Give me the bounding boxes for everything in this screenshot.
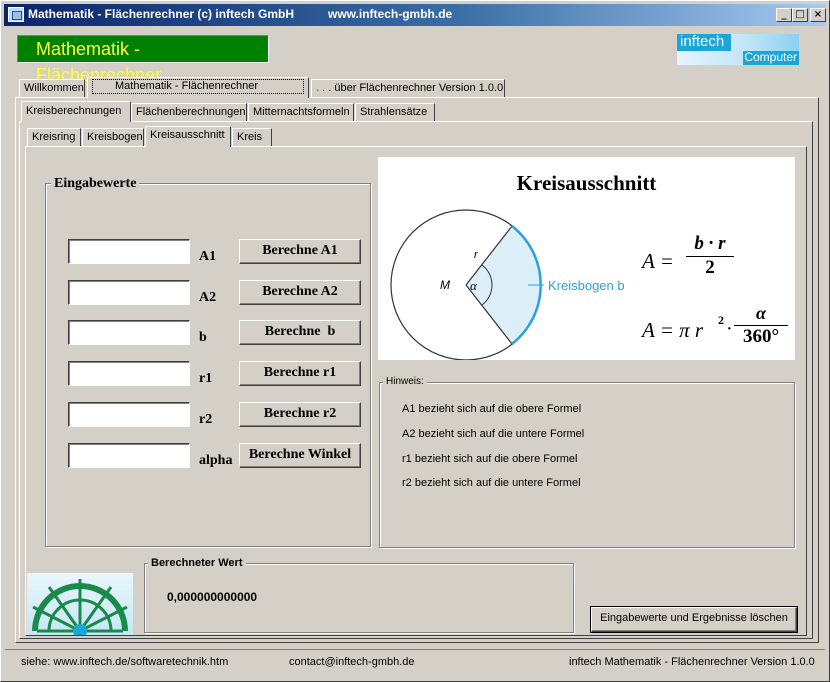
tab-ueber[interactable]: . . . über Flächenrechner Version 1.0.0 xyxy=(311,79,505,98)
hint-title: Hinweis: xyxy=(383,376,427,387)
app-window: Mathematik - Flächenrechner (c) inftech … xyxy=(0,0,830,682)
calc-a1-button[interactable]: Berechne A1 xyxy=(239,239,361,264)
hint-line: r2 bezieht sich auf die untere Formel xyxy=(402,477,581,489)
tab-label: Mitternachtsformeln xyxy=(253,106,350,118)
minimize-button[interactable]: _ xyxy=(776,8,792,22)
formula1-denominator: 2 xyxy=(705,257,715,278)
formula2-lhs: A = π r xyxy=(642,318,704,342)
r1-label: r1 xyxy=(199,371,213,386)
formula1-numerator: b · r xyxy=(686,233,734,257)
app-title: Mathematik - Flächenrechner xyxy=(17,35,269,85)
r1-input[interactable] xyxy=(68,361,190,386)
logo-text-inftech: inftech xyxy=(677,34,731,51)
tab-strahlensaetze[interactable]: Strahlensätze xyxy=(355,103,435,122)
formula2-denominator: 360° xyxy=(742,326,780,347)
hint-line: A1 bezieht sich auf die obere Formel xyxy=(402,403,582,415)
window-title: Mathematik - Flächenrechner (c) inftech … xyxy=(28,7,295,21)
alpha-label: alpha xyxy=(199,453,233,468)
tab-label: Kreisring xyxy=(32,131,76,143)
tab-kreis[interactable]: Kreis xyxy=(232,128,272,147)
status-divider xyxy=(5,649,825,650)
tab-label: Mathematik - Flächenrechner xyxy=(92,79,304,94)
clear-button[interactable]: Eingabewerte und Ergebnisse löschen xyxy=(591,607,797,632)
calc-r1-button[interactable]: Berechne r1 xyxy=(239,361,361,386)
tab-label: Kreisbogen xyxy=(87,131,143,143)
tab-mitternachtsformeln[interactable]: Mitternachtsformeln xyxy=(248,103,354,122)
r2-label: r2 xyxy=(199,412,213,427)
formula-figure: Kreisausschnitt M α r Kreisbogen b A = b… xyxy=(378,157,795,360)
tab-willkommen[interactable]: Willkommen xyxy=(19,79,85,98)
tab-label: Kreis xyxy=(237,131,263,143)
result-value: 0,000000000000 xyxy=(167,590,258,604)
inftech-logo: inftech Computer xyxy=(677,34,799,65)
status-version: inftech Mathematik - Flächenrechner Vers… xyxy=(569,656,815,668)
calc-angle-button[interactable]: Berechne Winkel xyxy=(239,443,361,468)
input-group-title: Eingabewerte xyxy=(51,176,140,192)
tab-flaechenrechner[interactable]: Mathematik - Flächenrechner xyxy=(87,77,309,98)
tab-label: Willkommen xyxy=(24,82,84,94)
a2-input[interactable] xyxy=(68,280,190,305)
formula2-exponent: 2 xyxy=(718,313,724,327)
tab-label: . . . über Flächenrechner Version 1.0.0 xyxy=(316,82,504,94)
hint-line: r1 bezieht sich auf die obere Formel xyxy=(402,453,578,465)
formula1-lhs: A = xyxy=(642,249,674,273)
tab-label: Kreisausschnitt xyxy=(150,129,225,141)
tab-label: Flächenberechnungen xyxy=(136,106,246,118)
a1-input[interactable] xyxy=(68,239,190,264)
label-r: r xyxy=(474,249,478,261)
tab-flaechenberechnungen[interactable]: Flächenberechnungen xyxy=(131,103,247,122)
result-title: Berechneter Wert xyxy=(148,557,246,569)
tab-kreisbogen[interactable]: Kreisbogen xyxy=(82,128,144,147)
label-alpha: α xyxy=(470,278,477,293)
formula2-fraction: α 360° xyxy=(734,303,788,348)
formula2-dot: · xyxy=(726,318,733,340)
tab-kreisring[interactable]: Kreisring xyxy=(27,128,81,147)
alpha-input[interactable] xyxy=(68,443,190,468)
status-contact: contact@inftech-gmbh.de xyxy=(289,656,415,668)
label-m: M xyxy=(440,278,450,292)
r2-input[interactable] xyxy=(68,402,190,427)
a1-label: A1 xyxy=(199,249,217,264)
maximize-button[interactable]: □ xyxy=(792,8,808,22)
ship-wheel-logo xyxy=(27,573,133,638)
close-button[interactable]: × xyxy=(810,8,826,22)
b-input[interactable] xyxy=(68,320,190,345)
result-group: 0,000000000000 xyxy=(144,563,574,633)
formula2-numerator: α xyxy=(734,303,788,326)
app-icon[interactable] xyxy=(8,7,24,22)
tab-kreisausschnitt[interactable]: Kreisausschnitt xyxy=(145,126,231,147)
calc-a2-button[interactable]: Berechne A2 xyxy=(239,280,361,305)
title-bar[interactable]: Mathematik - Flächenrechner (c) inftech … xyxy=(4,4,826,26)
a2-label: A2 xyxy=(199,290,217,305)
status-website: siehe: www.inftech.de/softwaretechnik.ht… xyxy=(21,656,229,668)
ship-wheel-icon xyxy=(32,579,128,638)
calc-r2-button[interactable]: Berechne r2 xyxy=(239,402,361,427)
tab-label: Strahlensätze xyxy=(360,106,428,118)
label-arc: Kreisbogen b xyxy=(548,278,625,293)
calc-b-button[interactable]: Berechne b xyxy=(239,320,361,345)
hint-group: A1 bezieht sich auf die obere Formel A2 … xyxy=(379,382,795,548)
tab-label: Kreisberechnungen xyxy=(26,105,122,117)
tab-kreisberechnungen[interactable]: Kreisberechnungen xyxy=(21,101,131,122)
b-label: b xyxy=(199,330,207,345)
hint-line: A2 bezieht sich auf die untere Formel xyxy=(402,428,585,440)
logo-text-computer: Computer xyxy=(743,50,799,65)
window-title-url: www.inftech-gmbh.de xyxy=(328,7,453,21)
formula1-fraction: b · r 2 xyxy=(686,233,734,279)
